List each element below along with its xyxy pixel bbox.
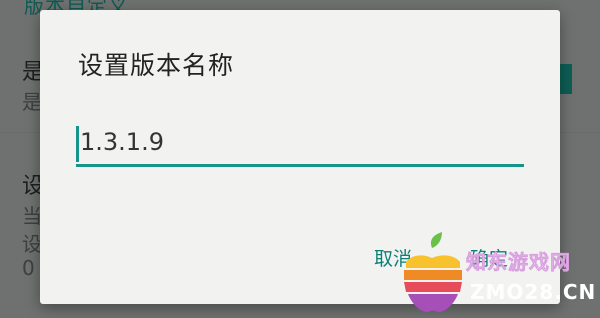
version-name-value[interactable]: 1.3.1.9 — [80, 128, 164, 156]
setting-row-summary: 当 — [22, 204, 42, 228]
text-cursor — [76, 126, 79, 162]
site-watermark: 知东游戏网 ZMO28.CN — [398, 232, 598, 316]
watermark-domain: ZMO28.CN — [470, 280, 597, 304]
watermark-site-name: 知东游戏网 — [466, 250, 571, 275]
input-underline — [76, 164, 524, 167]
apple-logo-icon — [404, 232, 462, 312]
setting-row-summary: 是 — [22, 90, 42, 114]
setting-row-summary: 0 — [22, 256, 35, 280]
setting-row-summary: 设 — [22, 232, 42, 256]
screen: 版本自定义 是 是 设 当 设 0 设置版本名称 1.3.1.9 取消 确定 知… — [0, 0, 600, 318]
version-name-input[interactable]: 1.3.1.9 — [76, 122, 524, 168]
dialog-title: 设置版本名称 — [78, 51, 235, 80]
